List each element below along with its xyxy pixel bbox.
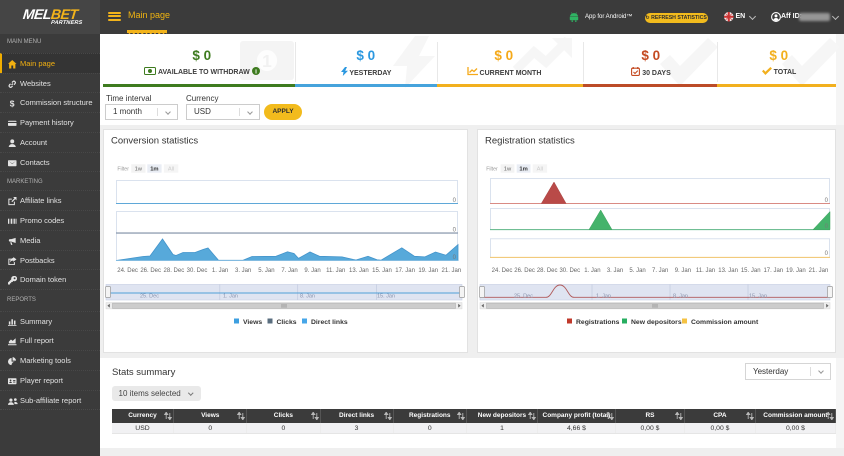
svg-text:15. Jan: 15. Jan: [372, 268, 392, 274]
svg-text:1. Jan: 1. Jan: [212, 268, 228, 274]
svg-text:Filter: Filter: [117, 166, 129, 172]
svg-text:i: i: [255, 68, 257, 75]
svg-text:0: 0: [825, 251, 829, 257]
svg-text:Views: Views: [243, 319, 262, 326]
svg-text:17. Jan: 17. Jan: [763, 268, 783, 274]
svg-text:All: All: [168, 167, 174, 173]
svg-text:Filter: Filter: [486, 166, 498, 172]
svg-text:Direct links: Direct links: [311, 319, 348, 326]
svg-text:30. Dec: 30. Dec: [187, 268, 208, 274]
svg-text:5. Jan: 5. Jan: [629, 268, 645, 274]
svg-text:25. Dec: 25. Dec: [514, 294, 533, 300]
svg-text:26. Dec: 26. Dec: [140, 268, 161, 274]
svg-text:15. Jan: 15. Jan: [749, 294, 767, 300]
svg-text:28. Dec: 28. Dec: [164, 268, 185, 274]
svg-text:25. Dec: 25. Dec: [140, 294, 159, 300]
svg-text:1. Jan: 1. Jan: [584, 268, 600, 274]
svg-text:9. Jan: 9. Jan: [675, 268, 691, 274]
svg-text:All: All: [537, 167, 543, 173]
svg-text:19. Jan: 19. Jan: [418, 268, 438, 274]
svg-text:1. Jan: 1. Jan: [596, 294, 611, 300]
svg-text:5. Jan: 5. Jan: [258, 268, 274, 274]
svg-text:13. Jan: 13. Jan: [349, 268, 369, 274]
svg-text:8. Jan: 8. Jan: [300, 294, 315, 300]
svg-text:1m: 1m: [150, 167, 158, 173]
svg-text:Registrations: Registrations: [576, 319, 620, 326]
svg-text:26. Dec: 26. Dec: [514, 268, 535, 274]
svg-text:1. Jan: 1. Jan: [223, 294, 238, 300]
svg-text:15. Jan: 15. Jan: [377, 294, 395, 300]
svg-text:Clicks: Clicks: [277, 319, 297, 326]
svg-text:9. Jan: 9. Jan: [304, 268, 320, 274]
svg-text:13. Jan: 13. Jan: [718, 268, 738, 274]
svg-text:19. Jan: 19. Jan: [786, 268, 806, 274]
svg-text:28. Dec: 28. Dec: [537, 268, 558, 274]
svg-text:3. Jan: 3. Jan: [607, 268, 623, 274]
svg-text:24. Dec: 24. Dec: [492, 268, 513, 274]
svg-text:7. Jan: 7. Jan: [281, 268, 297, 274]
svg-text:New depositors: New depositors: [631, 319, 682, 326]
svg-text:15. Jan: 15. Jan: [741, 268, 761, 274]
svg-text:Registration statistics: Registration statistics: [485, 136, 575, 147]
svg-text:24. Dec: 24. Dec: [117, 268, 138, 274]
svg-text:Conversion statistics: Conversion statistics: [111, 136, 198, 147]
svg-text:3. Jan: 3. Jan: [235, 268, 251, 274]
svg-text:11. Jan: 11. Jan: [696, 268, 715, 274]
svg-text:1w: 1w: [504, 167, 512, 173]
svg-text:Commission amount: Commission amount: [691, 319, 759, 326]
svg-text:11. Jan: 11. Jan: [326, 268, 345, 274]
svg-text:1m: 1m: [519, 167, 527, 173]
svg-text:17. Jan: 17. Jan: [395, 268, 415, 274]
svg-text:$: $: [10, 99, 15, 108]
svg-text:30. Dec: 30. Dec: [559, 268, 580, 274]
svg-text:8. Jan: 8. Jan: [673, 294, 688, 300]
svg-text:21. Jan: 21. Jan: [809, 268, 829, 274]
svg-text:21. Jan: 21. Jan: [442, 268, 462, 274]
svg-text:1w: 1w: [135, 167, 143, 173]
svg-text:7. Jan: 7. Jan: [652, 268, 668, 274]
